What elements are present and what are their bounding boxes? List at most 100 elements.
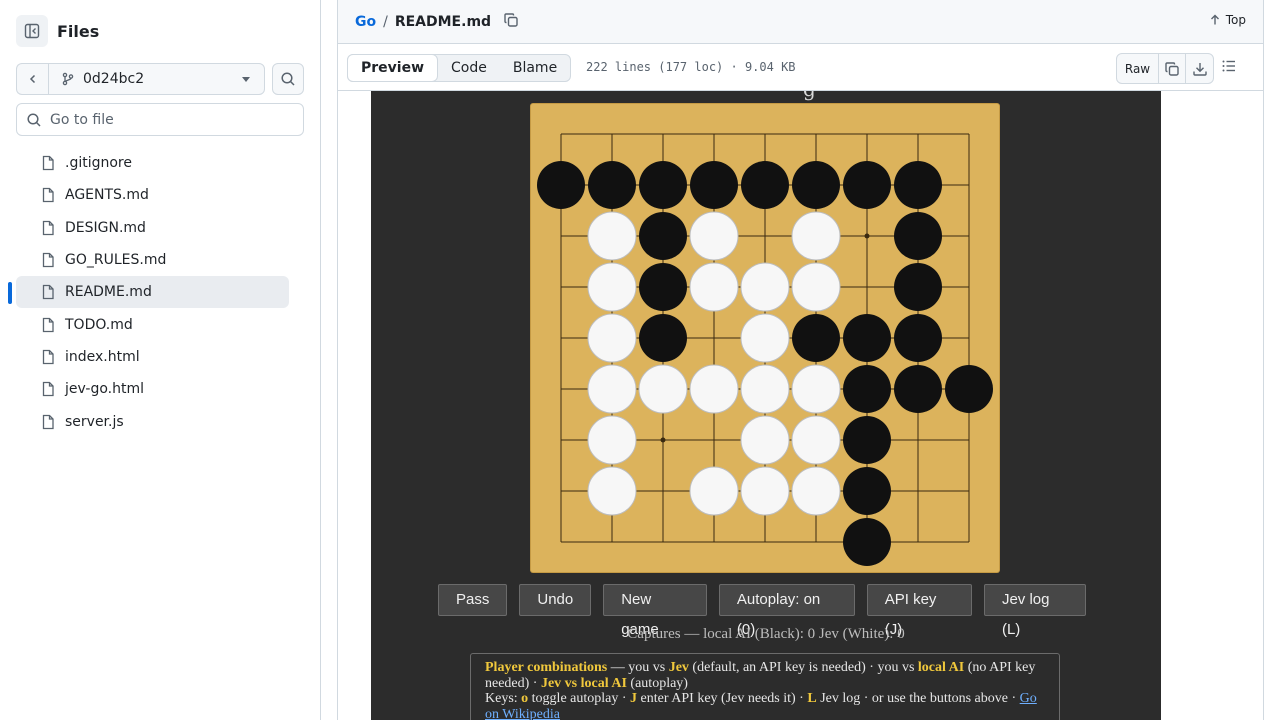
white-stone[interactable] — [689, 364, 739, 414]
file-item[interactable]: AGENTS.md — [16, 179, 289, 211]
sidebar-collapse-icon — [24, 23, 40, 39]
white-stone[interactable] — [740, 262, 790, 312]
back-to-top-link[interactable]: Top — [1209, 13, 1246, 27]
white-stone[interactable] — [791, 211, 841, 261]
black-stone[interactable] — [792, 161, 840, 209]
black-stone[interactable] — [843, 314, 891, 362]
breadcrumb-separator: / — [383, 14, 388, 30]
file-actions: Raw — [1116, 53, 1214, 84]
black-stone[interactable] — [537, 161, 585, 209]
outline-button[interactable] — [1221, 58, 1237, 78]
game-button[interactable]: Autoplay: on (0) — [718, 584, 855, 638]
game-button[interactable]: New game — [603, 584, 707, 638]
game-button[interactable]: API key (J) — [866, 584, 972, 638]
white-stone[interactable] — [740, 415, 790, 465]
white-stone[interactable] — [791, 415, 841, 465]
white-stone[interactable] — [587, 313, 637, 363]
black-stone[interactable] — [639, 314, 687, 362]
back-button[interactable] — [16, 63, 48, 95]
black-stone[interactable] — [639, 212, 687, 260]
copy-icon — [504, 13, 518, 27]
file-item[interactable]: index.html — [16, 341, 289, 373]
black-stone[interactable] — [843, 365, 891, 413]
white-stone[interactable] — [587, 415, 637, 465]
white-stone[interactable] — [740, 364, 790, 414]
white-stone[interactable] — [791, 262, 841, 312]
white-stone[interactable] — [689, 262, 739, 312]
game-button[interactable]: Jev log (L) — [983, 584, 1087, 638]
white-stone[interactable] — [740, 466, 790, 516]
black-stone[interactable] — [741, 161, 789, 209]
black-stone[interactable] — [843, 161, 891, 209]
white-stone[interactable] — [587, 262, 637, 312]
go-to-file-field[interactable] — [16, 103, 304, 136]
white-stone[interactable] — [689, 211, 739, 261]
file-item[interactable]: jev-go.html — [16, 373, 289, 405]
tab-code[interactable]: Code — [438, 55, 500, 81]
black-stone[interactable] — [843, 416, 891, 464]
info-text: — you vs — [607, 660, 669, 675]
branch-selector[interactable]: 0d24bc2 — [48, 63, 265, 95]
black-stone[interactable] — [639, 263, 687, 311]
file-icon — [42, 285, 54, 300]
download-button[interactable] — [1186, 54, 1213, 83]
branch-name: 0d24bc2 — [83, 71, 145, 87]
keys-text: enter API key (Jev needs it) · — [637, 691, 808, 706]
collapse-sidebar-button[interactable] — [16, 15, 48, 47]
black-stone[interactable] — [894, 212, 942, 260]
white-stone[interactable] — [638, 364, 688, 414]
black-stone[interactable] — [843, 518, 891, 566]
search-icon — [27, 112, 41, 127]
game-button[interactable]: Undo — [519, 584, 592, 616]
file-item[interactable]: TODO.md — [16, 308, 289, 340]
game-screenshot-image: g Pass Undo New gameAutoplay: on (0)API ke… — [371, 91, 1161, 720]
black-stone[interactable] — [639, 161, 687, 209]
file-icon — [42, 317, 54, 332]
file-item[interactable]: server.js — [16, 405, 289, 437]
black-stone[interactable] — [843, 467, 891, 515]
search-icon — [281, 72, 295, 86]
black-stone[interactable] — [588, 161, 636, 209]
black-stone[interactable] — [894, 314, 942, 362]
white-stone[interactable] — [791, 364, 841, 414]
chevron-left-icon — [29, 74, 35, 84]
black-stone[interactable] — [792, 314, 840, 362]
download-icon — [1192, 62, 1207, 76]
breadcrumb-repo-link[interactable]: Go — [355, 14, 376, 30]
file-viewer: Go / README.md Top Preview Code Blame 22… — [337, 0, 1264, 720]
file-item[interactable]: DESIGN.md — [16, 212, 289, 244]
file-item[interactable]: GO_RULES.md — [16, 244, 289, 276]
copy-raw-button[interactable] — [1159, 54, 1186, 83]
tab-blame[interactable]: Blame — [500, 55, 570, 81]
breadcrumb: Go / README.md — [355, 12, 519, 32]
black-stone[interactable] — [894, 365, 942, 413]
white-stone[interactable] — [689, 466, 739, 516]
white-stone[interactable] — [587, 211, 637, 261]
black-stone[interactable] — [894, 263, 942, 311]
view-mode-tabs: Preview Code Blame — [347, 54, 572, 82]
file-icon — [42, 155, 54, 171]
search-files-button[interactable] — [272, 63, 304, 95]
file-header: Go / README.md Top — [337, 0, 1264, 44]
white-stone[interactable] — [740, 313, 790, 363]
white-stone[interactable] — [791, 466, 841, 516]
file-item[interactable]: .gitignore — [16, 147, 289, 179]
white-stone[interactable] — [587, 364, 637, 414]
copy-path-button[interactable] — [503, 12, 519, 32]
keys-text: toggle autoplay · — [528, 691, 631, 706]
raw-button[interactable]: Raw — [1117, 54, 1159, 83]
keys-label: Keys: — [485, 691, 522, 706]
file-toolbar: Preview Code Blame 222 lines (177 loc) ·… — [337, 44, 1264, 91]
game-button[interactable]: Pass — [438, 584, 508, 616]
go-to-file-input[interactable] — [50, 111, 290, 128]
breadcrumb-file: README.md — [394, 14, 492, 30]
sidebar-title: Files — [57, 21, 100, 41]
black-stone[interactable] — [690, 161, 738, 209]
black-stone[interactable] — [945, 365, 993, 413]
go-board — [531, 104, 999, 572]
file-item[interactable]: README.md — [8, 276, 289, 309]
arrow-up-icon — [1210, 14, 1219, 25]
tab-preview[interactable]: Preview — [347, 54, 439, 82]
white-stone[interactable] — [587, 466, 637, 516]
black-stone[interactable] — [894, 161, 942, 209]
